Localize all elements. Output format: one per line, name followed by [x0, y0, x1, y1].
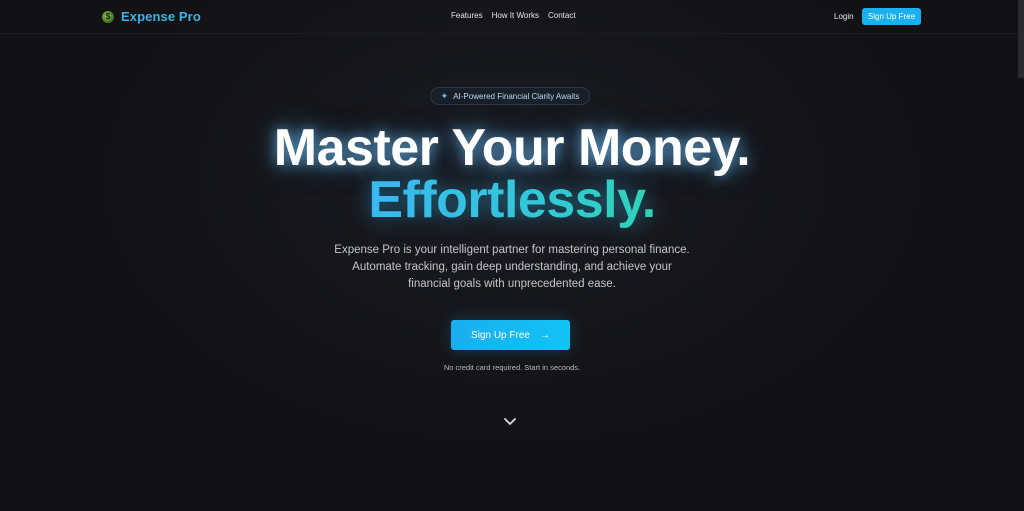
- landing-page: $ Expense Pro Features How It Works Cont…: [0, 0, 1024, 511]
- login-link[interactable]: Login: [834, 12, 854, 21]
- description-line: Expense Pro is your intelligent partner …: [334, 244, 690, 256]
- description-line: financial goals with unprecedented ease.: [408, 278, 616, 290]
- description-line: Automate tracking, gain deep understandi…: [352, 261, 672, 273]
- hero-badge: ✦ AI-Powered Financial Clarity Awaits: [430, 87, 590, 105]
- hero-description: Expense Pro is your intelligent partner …: [312, 242, 712, 293]
- badge-text: AI-Powered Financial Clarity Awaits: [453, 91, 580, 101]
- cta-label: Sign Up Free: [471, 329, 530, 341]
- navbar: $ Expense Pro Features How It Works Cont…: [0, 0, 1024, 34]
- brand-name: Expense Pro: [121, 9, 201, 24]
- headline-line-1: Master Your Money.: [273, 119, 751, 177]
- nav-link-contact[interactable]: Contact: [548, 11, 576, 20]
- hero-note: No credit card required. Start in second…: [443, 363, 581, 372]
- arrow-right-icon: →: [539, 329, 550, 341]
- sparkle-icon: ✦: [440, 90, 449, 101]
- leaf-coin-icon: $: [102, 10, 114, 23]
- nav-link-how-it-works[interactable]: How It Works: [492, 11, 539, 20]
- brand[interactable]: $ Expense Pro: [102, 9, 201, 24]
- hero-signup-button[interactable]: Sign Up Free →: [451, 320, 570, 350]
- scrollbar[interactable]: [1018, 0, 1024, 78]
- nav-link-features[interactable]: Features: [451, 11, 483, 20]
- nav-signup-button[interactable]: Sign Up Free: [862, 8, 921, 25]
- headline-line-2: Effortlessly.: [0, 170, 1024, 230]
- nav-links: Features How It Works Contact: [451, 11, 576, 20]
- headline-gradient-text: Effortlessly.: [368, 171, 656, 229]
- chevron-down-icon[interactable]: [503, 417, 517, 427]
